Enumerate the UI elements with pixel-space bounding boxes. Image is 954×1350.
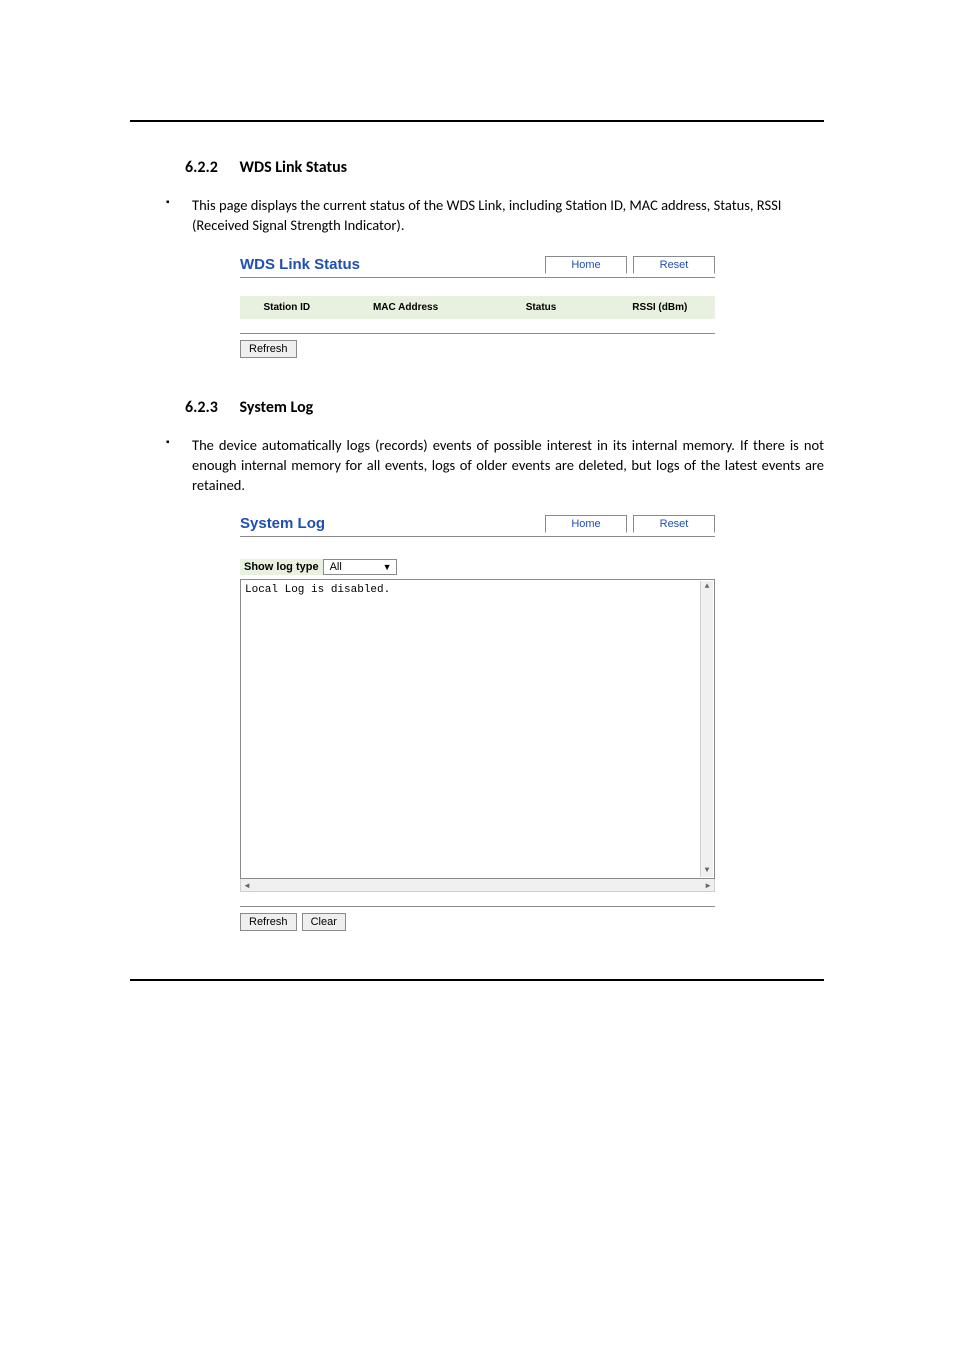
- scroll-left-icon[interactable]: ◄: [243, 881, 251, 890]
- col-mac-address: MAC Address: [334, 296, 478, 319]
- log-filter-row: Show log type All ▼: [240, 537, 715, 575]
- syslog-header-buttons: Home Reset: [539, 515, 715, 532]
- scroll-up-icon[interactable]: ▲: [701, 581, 713, 593]
- reset-button[interactable]: Reset: [633, 515, 715, 533]
- wds-header-buttons: Home Reset: [539, 256, 715, 273]
- section-heading-syslog: 6.2.3 System Log: [130, 398, 824, 417]
- refresh-button[interactable]: Refresh: [240, 913, 297, 931]
- wds-footer-rule: [240, 333, 715, 334]
- log-type-value: All: [330, 561, 342, 573]
- scroll-right-icon[interactable]: ►: [704, 881, 712, 890]
- syslog-panel-screenshot: System Log Home Reset Show log type All …: [240, 515, 715, 931]
- section-title: WDS Link Status: [240, 158, 348, 177]
- wds-panel-title: WDS Link Status: [240, 256, 360, 273]
- log-type-select[interactable]: All ▼: [323, 559, 397, 575]
- reset-button[interactable]: Reset: [633, 256, 715, 274]
- section-number: 6.2.2: [185, 158, 218, 177]
- top-horizontal-rule: [130, 120, 824, 122]
- clear-button[interactable]: Clear: [302, 913, 346, 931]
- bullet-list: The device automatically logs (records) …: [130, 435, 824, 496]
- show-log-type-label: Show log type: [240, 559, 323, 575]
- refresh-button[interactable]: Refresh: [240, 340, 297, 358]
- syslog-panel-header: System Log Home Reset: [240, 515, 715, 537]
- wds-panel-screenshot: WDS Link Status Home Reset Station ID MA…: [240, 256, 715, 358]
- bottom-horizontal-rule: [130, 979, 824, 981]
- syslog-footer-rule: [240, 906, 715, 907]
- col-station-id: Station ID: [240, 296, 334, 319]
- col-status: Status: [478, 296, 605, 319]
- log-text-content: Local Log is disabled.: [245, 584, 390, 596]
- col-rssi: RSSI (dBm): [605, 296, 715, 319]
- chevron-down-icon: ▼: [383, 562, 392, 572]
- log-textarea-wrapper: Local Log is disabled. ▲ ▼ ◄ ►: [240, 579, 715, 892]
- bullet-list: This page displays the current status of…: [130, 195, 824, 236]
- wds-panel-header: WDS Link Status Home Reset: [240, 256, 715, 278]
- bullet-item: This page displays the current status of…: [166, 195, 824, 236]
- home-button[interactable]: Home: [545, 256, 627, 274]
- syslog-panel-title: System Log: [240, 515, 325, 532]
- bullet-item: The device automatically logs (records) …: [166, 435, 824, 496]
- section-number: 6.2.3: [185, 398, 218, 417]
- section-heading-wds: 6.2.2 WDS Link Status: [130, 158, 824, 177]
- scroll-down-icon[interactable]: ▼: [701, 865, 713, 877]
- home-button[interactable]: Home: [545, 515, 627, 533]
- section-title: System Log: [240, 398, 314, 417]
- log-textarea[interactable]: Local Log is disabled. ▲ ▼: [240, 579, 715, 879]
- vertical-scrollbar[interactable]: ▲ ▼: [700, 581, 713, 877]
- document-page: 6.2.2 WDS Link Status This page displays…: [0, 0, 954, 1061]
- horizontal-scrollbar[interactable]: ◄ ►: [240, 879, 715, 892]
- wds-table-header-row: Station ID MAC Address Status RSSI (dBm): [240, 296, 715, 319]
